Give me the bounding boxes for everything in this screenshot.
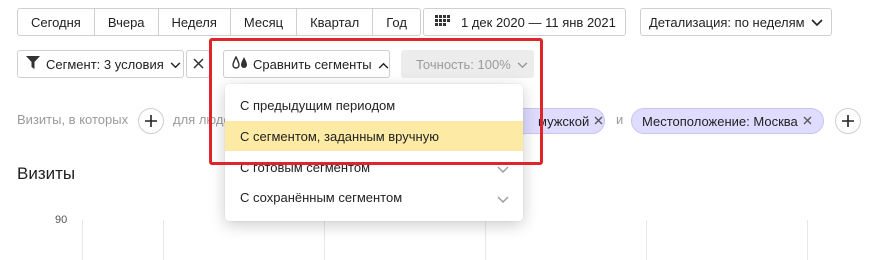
add-visit-condition-button[interactable] bbox=[138, 108, 164, 134]
chevron-down-icon bbox=[497, 162, 509, 177]
date-range-label: 1 дек 2020 — 11 янв 2021 bbox=[461, 14, 616, 30]
menu-item-ready-segment[interactable]: С готовым сегментом bbox=[225, 152, 523, 182]
visits-chart-title: Визиты bbox=[17, 164, 76, 183]
menu-item-label: С готовым сегментом bbox=[240, 159, 371, 175]
remove-chip-icon[interactable] bbox=[803, 114, 812, 128]
filter-funnel-icon bbox=[26, 56, 40, 72]
compare-drops-icon bbox=[232, 54, 248, 73]
accuracy-dropdown[interactable]: Точность: 100% bbox=[401, 50, 534, 78]
menu-item-label: С предыдущим периодом bbox=[240, 97, 396, 113]
calendar-grid-icon bbox=[435, 14, 451, 30]
add-people-condition-button[interactable] bbox=[835, 108, 861, 134]
chevron-down-icon bbox=[170, 57, 181, 72]
chart-gridline bbox=[82, 220, 83, 260]
menu-item-label: С сохранённым сегментом bbox=[240, 189, 403, 205]
period-year-button[interactable]: Год bbox=[373, 9, 420, 35]
location-chip-label: Местоположение: Москва bbox=[642, 113, 798, 129]
chevron-up-icon bbox=[378, 57, 389, 72]
and-label: и bbox=[616, 112, 624, 127]
detail-label: Детализация: по неделям bbox=[649, 14, 805, 30]
period-quarter-button[interactable]: Квартал bbox=[297, 9, 374, 35]
chart-gridline bbox=[807, 220, 808, 260]
menu-item-saved-segment[interactable]: С сохранённым сегментом bbox=[225, 182, 523, 212]
period-yesterday-button[interactable]: Вчера bbox=[95, 9, 159, 35]
segment-dropdown[interactable]: Сегмент: 3 условия bbox=[17, 50, 184, 78]
y-axis-tick: 90 bbox=[55, 214, 68, 226]
period-today-button[interactable]: Сегодня bbox=[18, 9, 95, 35]
visits-in-label: Визиты, в которых bbox=[17, 112, 129, 127]
period-month-button[interactable]: Месяц bbox=[231, 9, 298, 35]
detail-dropdown[interactable]: Детализация: по неделям bbox=[640, 8, 832, 36]
compare-segments-menu: С предыдущим периодом С сегментом, задан… bbox=[225, 84, 523, 221]
plus-icon bbox=[145, 112, 157, 130]
chart-gridline bbox=[485, 220, 486, 260]
remove-chip-icon[interactable] bbox=[594, 114, 603, 128]
menu-item-manual-segment[interactable]: С сегментом, заданным вручную bbox=[225, 121, 523, 151]
plus-icon bbox=[842, 112, 854, 130]
period-week-button[interactable]: Неделя bbox=[159, 9, 231, 35]
chart-gridline bbox=[324, 220, 325, 260]
compare-label: Сравнить сегменты bbox=[253, 56, 372, 72]
chevron-down-icon bbox=[517, 57, 528, 72]
chart-gridline bbox=[163, 220, 164, 260]
chart-gridline bbox=[646, 220, 647, 260]
date-range-button[interactable]: 1 дек 2020 — 11 янв 2021 bbox=[423, 8, 626, 36]
period-selector: Сегодня Вчера Неделя Месяц Квартал Год bbox=[17, 8, 421, 36]
location-filter-chip[interactable]: Местоположение: Москва bbox=[631, 108, 824, 134]
gender-chip-label: мужской bbox=[538, 113, 590, 129]
close-icon bbox=[192, 57, 204, 72]
menu-item-previous-period[interactable]: С предыдущим периодом bbox=[225, 90, 523, 120]
chevron-down-icon bbox=[497, 192, 509, 207]
segment-label: Сегмент: 3 условия bbox=[46, 56, 164, 72]
clear-segment-button[interactable] bbox=[186, 50, 210, 78]
menu-item-label: С сегментом, заданным вручную bbox=[240, 128, 439, 144]
chevron-down-icon bbox=[811, 15, 823, 30]
accuracy-label: Точность: 100% bbox=[416, 56, 511, 72]
compare-segments-button[interactable]: Сравнить сегменты bbox=[223, 50, 390, 78]
